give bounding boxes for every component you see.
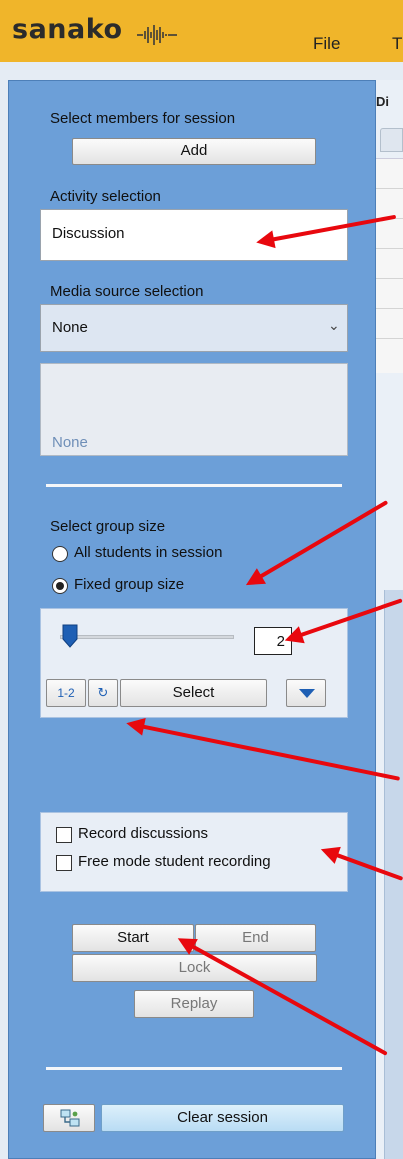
group-size-slider-thumb[interactable]: [62, 624, 78, 648]
radio-fixed-group-size[interactable]: [52, 578, 68, 594]
audio-wave-icon: [137, 25, 177, 45]
replay-button[interactable]: Replay: [134, 990, 254, 1018]
media-source-label: Media source selection: [50, 283, 204, 300]
menu-next[interactable]: T: [392, 34, 402, 54]
media-source-value: None: [52, 319, 88, 336]
divider: [46, 1067, 342, 1070]
group-size-slider-track[interactable]: [60, 635, 234, 639]
group-size-label: Select group size: [50, 518, 166, 535]
end-button[interactable]: End: [195, 924, 316, 952]
radio-all-students-label: All students in session: [74, 544, 223, 561]
network-settings-icon: [60, 1109, 80, 1127]
network-settings-button[interactable]: [43, 1104, 95, 1132]
list-item[interactable]: [372, 219, 403, 249]
add-members-button[interactable]: Add: [72, 138, 316, 165]
record-discussions-checkbox[interactable]: [56, 827, 72, 843]
sanako-logo: sanako: [12, 14, 123, 45]
select-members-label: Select members for session: [50, 110, 236, 127]
media-preview-box: None: [40, 363, 348, 456]
list-item[interactable]: [372, 279, 403, 309]
menu-file[interactable]: File: [313, 34, 340, 54]
record-discussions-label: Record discussions: [78, 825, 209, 842]
free-mode-recording-label: Free mode student recording: [78, 853, 271, 870]
list-item[interactable]: [372, 159, 403, 189]
list-item[interactable]: [372, 309, 403, 339]
right-panel-title: Di: [376, 94, 389, 109]
media-source-select[interactable]: None ⌄: [40, 304, 348, 352]
right-list: [372, 158, 403, 373]
shuffle-button[interactable]: ↻: [88, 679, 118, 707]
recording-options-box: [40, 812, 348, 892]
activity-selection-label: Activity selection: [50, 188, 161, 205]
clear-session-button[interactable]: Clear session: [101, 1104, 344, 1132]
select-groups-button[interactable]: Select: [120, 679, 267, 707]
activity-select-value: Discussion: [52, 225, 125, 242]
numbering-button[interactable]: 1-2: [46, 679, 86, 707]
radio-all-students[interactable]: [52, 546, 68, 562]
lock-button[interactable]: Lock: [72, 954, 317, 982]
triangle-down-icon: [299, 689, 315, 698]
list-item[interactable]: [372, 249, 403, 279]
right-tab[interactable]: [380, 128, 403, 152]
media-preview-text: None: [52, 434, 88, 451]
free-mode-recording-checkbox[interactable]: [56, 855, 72, 871]
top-bar: sanako File T: [0, 0, 403, 62]
list-item[interactable]: [372, 189, 403, 219]
group-options-dropdown-button[interactable]: [286, 679, 326, 707]
shuffle-icon: ↻: [97, 685, 109, 700]
chevron-down-icon: ⌄: [328, 317, 340, 333]
divider: [46, 484, 342, 487]
radio-fixed-group-size-label: Fixed group size: [74, 576, 185, 593]
